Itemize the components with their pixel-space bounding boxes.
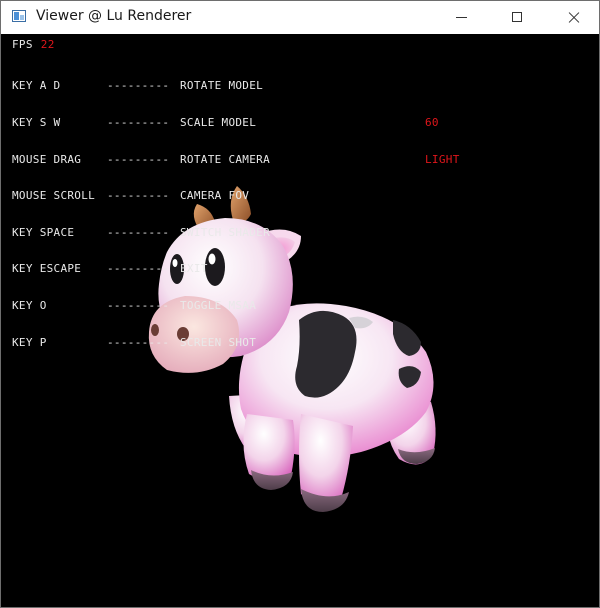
- fps-value: 22: [40, 38, 55, 51]
- app-window: Viewer @ Lu Renderer FPS 22 KEY A D ----…: [0, 0, 600, 608]
- control-separator: ---------: [107, 189, 170, 203]
- control-key: KEY SPACE: [12, 225, 75, 239]
- control-key: KEY ESCAPE: [12, 262, 82, 276]
- control-action: SCREEN SHOT: [180, 335, 257, 349]
- control-separator: ---------: [107, 225, 170, 239]
- control-separator: ---------: [107, 152, 170, 166]
- control-row: KEY S W --------- SCALE MODEL: [12, 116, 270, 129]
- control-separator: ---------: [107, 262, 170, 276]
- control-action: SCALE MODEL: [180, 116, 257, 129]
- control-row: MOUSE DRAG --------- ROTATE CAMERA: [12, 152, 270, 166]
- control-row: KEY ESCAPE --------- EXIT: [12, 263, 270, 275]
- control-separator: ---------: [107, 335, 170, 349]
- control-key: KEY P: [12, 335, 47, 349]
- title-bar[interactable]: Viewer @ Lu Renderer: [1, 1, 599, 34]
- shader-name: LIGHT: [425, 153, 460, 167]
- control-action: CAMERA FOV: [180, 189, 250, 203]
- window-title: Viewer @ Lu Renderer: [36, 8, 192, 24]
- fps-label: FPS: [12, 38, 33, 51]
- control-action: SWITCH SHADER: [180, 225, 270, 239]
- control-row: KEY O --------- TOGGLE MSAA: [12, 298, 270, 312]
- control-action: TOGGLE MSAA: [180, 298, 257, 312]
- control-action: ROTATE MODEL: [180, 79, 264, 93]
- control-separator: ---------: [107, 79, 170, 93]
- control-separator: ---------: [107, 116, 170, 129]
- close-button[interactable]: [550, 1, 596, 34]
- minimize-button[interactable]: [438, 1, 484, 34]
- control-row: MOUSE SCROLL --------- CAMERA FOV: [12, 189, 270, 203]
- control-key: MOUSE SCROLL: [12, 189, 96, 203]
- front-leg-right: [299, 414, 353, 503]
- control-action: EXIT: [180, 262, 208, 276]
- control-row: KEY P --------- SCREEN SHOT: [12, 335, 270, 349]
- control-key: KEY A D: [12, 79, 61, 93]
- maximize-button[interactable]: [494, 1, 540, 34]
- controls-help: KEY A D --------- ROTATE MODEL KEY S W ----…: [12, 56, 270, 373]
- control-row: KEY SPACE --------- SWITCH SHADER: [12, 225, 270, 239]
- app-icon: [12, 10, 26, 22]
- control-key: MOUSE DRAG: [12, 152, 82, 166]
- render-viewport[interactable]: FPS 22 KEY A D --------- ROTATE MODEL KEY S…: [1, 34, 599, 607]
- control-row: KEY A D --------- ROTATE MODEL: [12, 80, 270, 92]
- control-separator: ---------: [107, 298, 170, 312]
- render-status: 60 LIGHT: [425, 93, 467, 191]
- control-key: KEY S W: [12, 116, 61, 129]
- fps-counter: FPS 22: [12, 38, 55, 51]
- control-action: ROTATE CAMERA: [180, 152, 270, 166]
- fov-value: 60: [425, 116, 439, 130]
- control-key: KEY O: [12, 298, 47, 312]
